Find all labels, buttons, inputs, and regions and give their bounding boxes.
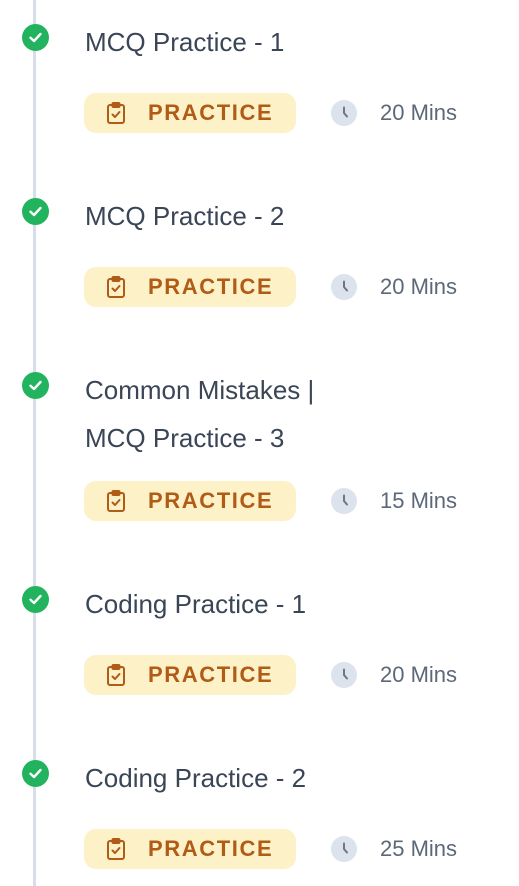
clipboard-check-icon <box>107 490 125 512</box>
check-circle-icon <box>22 372 49 399</box>
clipboard-check-icon <box>107 838 125 860</box>
duration-text: 20 Mins <box>380 662 458 687</box>
timeline-line <box>33 0 36 886</box>
check-circle-icon <box>22 586 49 613</box>
item-title[interactable]: Coding Practice - 2 <box>85 754 485 802</box>
clock-icon <box>331 662 357 688</box>
item-title[interactable]: MCQ Practice - 2 <box>85 192 485 240</box>
check-circle-icon <box>22 760 49 787</box>
practice-badge[interactable]: PRACTICE <box>84 93 296 133</box>
practice-badge[interactable]: PRACTICE <box>84 267 296 307</box>
badge-label: PRACTICE <box>148 274 274 299</box>
clipboard-check-icon <box>107 276 125 298</box>
clock-icon <box>331 274 357 300</box>
item-title[interactable]: Common Mistakes | MCQ Practice - 3 <box>85 366 485 462</box>
badge-label: PRACTICE <box>148 662 274 687</box>
practice-badge[interactable]: PRACTICE <box>84 655 296 695</box>
duration-text: 20 Mins <box>380 100 458 125</box>
badge-label: PRACTICE <box>148 836 274 861</box>
check-circle-icon <box>22 24 49 51</box>
duration-text: 20 Mins <box>380 274 458 299</box>
badge-label: PRACTICE <box>148 488 274 513</box>
clock-icon <box>331 488 357 514</box>
badge-label: PRACTICE <box>148 100 274 125</box>
clipboard-check-icon <box>107 664 125 686</box>
practice-badge[interactable]: PRACTICE <box>84 829 296 869</box>
item-title[interactable]: Coding Practice - 1 <box>85 580 485 628</box>
clipboard-check-icon <box>107 102 125 124</box>
check-circle-icon <box>22 198 49 225</box>
duration-text: 25 Mins <box>380 836 458 861</box>
item-title[interactable]: MCQ Practice - 1 <box>85 18 485 66</box>
duration-text: 15 Mins <box>380 488 458 513</box>
practice-badge[interactable]: PRACTICE <box>84 481 296 521</box>
clock-icon <box>331 100 357 126</box>
clock-icon <box>331 836 357 862</box>
